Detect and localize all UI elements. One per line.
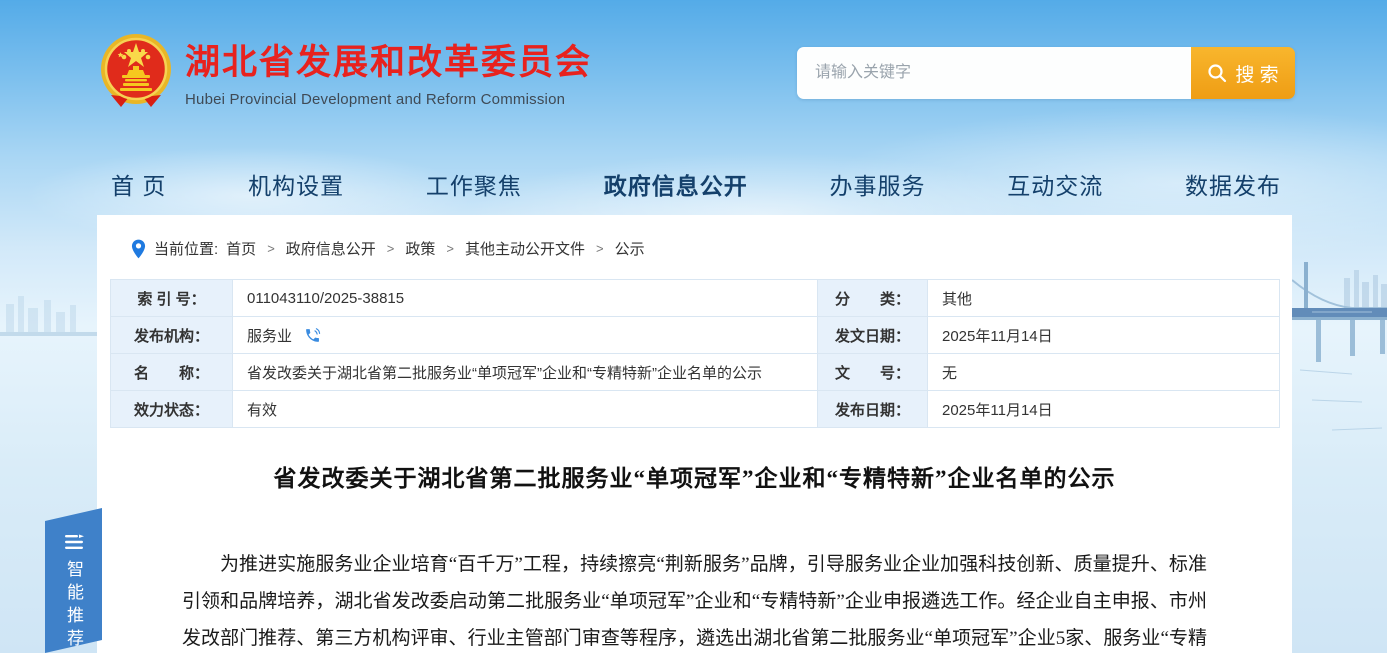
search-input[interactable] [797,47,1191,99]
meta-value-category: 其他 [928,280,1280,317]
table-row: 名 称： 省发改委关于湖北省第二批服务业“单项冠军”企业和“专精特新”企业名单的… [111,354,1280,391]
search-button[interactable]: 搜 索 [1191,47,1295,99]
location-pin-icon [131,239,146,259]
site-title-block: 湖北省发展和改革委员会 Hubei Provincial Development… [185,33,592,108]
table-row: 索 引 号： 011043110/2025-38815 分 类： 其他 [111,280,1280,317]
nav-item-services[interactable]: 办事服务 [829,167,925,201]
phone-icon[interactable] [304,327,321,344]
nav-item-interaction[interactable]: 互动交流 [1007,167,1103,201]
breadcrumb-other-public-files[interactable]: 其他主动公开文件 [465,238,585,259]
left-skyline-decoration [0,258,97,378]
article-title: 省发改委关于湖北省第二批服务业“单项冠军”企业和“专精特新”企业名单的公示 [97,459,1292,493]
content-card: 当前位置: 首页 > 政府信息公开 > 政策 > 其他主动公开文件 > 公示 索… [97,215,1292,653]
article-paragraph: 为推进实施服务业企业培育“百千万”工程，持续擦亮“荆新服务”品牌，引导服务业企业… [182,546,1207,653]
national-emblem-icon [99,33,173,109]
meta-label-title: 名 称： [111,354,233,391]
smart-recommend-label: 智能推荐 [61,560,86,652]
search-icon [1207,63,1227,83]
meta-value-issue-date: 2025年11月14日 [928,317,1280,354]
site-title: 湖北省发展和改革委员会 [185,41,592,85]
site-subtitle: Hubei Provincial Development and Reform … [185,91,592,108]
meta-value-issuing-agency: 服务业 [233,317,818,354]
nav-item-work-focus[interactable]: 工作聚焦 [426,167,522,201]
breadcrumb-separator: > [596,241,604,256]
nav-item-data-release[interactable]: 数据发布 [1185,167,1281,201]
meta-label-issuing-agency: 发布机构： [111,317,233,354]
site-header: 湖北省发展和改革委员会 Hubei Provincial Development… [97,0,1295,145]
issuing-agency-text: 服务业 [247,328,292,345]
meta-label-issue-date: 发文日期： [818,317,928,354]
breadcrumb-announcement[interactable]: 公示 [615,238,645,259]
table-row: 效力状态： 有效 发布日期： 2025年11月14日 [111,391,1280,428]
search-button-label: 搜 索 [1235,60,1278,87]
breadcrumb-separator: > [446,241,454,256]
nav-item-gov-info[interactable]: 政府信息公开 [604,167,748,201]
meta-label-index-number: 索 引 号： [111,280,233,317]
breadcrumb-policy[interactable]: 政策 [405,238,435,259]
meta-label-doc-number: 文 号： [818,354,928,391]
breadcrumb: 当前位置: 首页 > 政府信息公开 > 政策 > 其他主动公开文件 > 公示 [131,238,1292,259]
breadcrumb-label: 当前位置: [154,238,218,259]
meta-label-validity: 效力状态： [111,391,233,428]
meta-value-doc-number: 无 [928,354,1280,391]
smart-recommend-icon [64,534,84,550]
meta-label-category: 分 类： [818,280,928,317]
meta-value-index-number: 011043110/2025-38815 [233,280,818,317]
smart-recommend-tab[interactable]: 智能推荐 [45,508,102,653]
breadcrumb-separator: > [267,241,275,256]
breadcrumb-home[interactable]: 首页 [226,238,256,259]
site-logo[interactable]: 湖北省发展和改革委员会 Hubei Provincial Development… [99,33,592,109]
meta-value-validity: 有效 [233,391,818,428]
meta-label-publish-date: 发布日期： [818,391,928,428]
meta-value-publish-date: 2025年11月14日 [928,391,1280,428]
breadcrumb-separator: > [387,241,395,256]
search-box: 搜 索 [797,47,1295,99]
document-meta-table: 索 引 号： 011043110/2025-38815 分 类： 其他 发布机构… [110,279,1280,428]
bridge-scenery-decoration [1292,250,1387,460]
nav-item-organization[interactable]: 机构设置 [248,167,344,201]
nav-item-home[interactable]: 首 页 [111,167,166,201]
breadcrumb-gov-info[interactable]: 政府信息公开 [286,238,376,259]
main-nav: 首 页 机构设置 工作聚焦 政府信息公开 办事服务 互动交流 数据发布 [97,158,1295,210]
meta-value-title: 省发改委关于湖北省第二批服务业“单项冠军”企业和“专精特新”企业名单的公示 [233,354,818,391]
table-row: 发布机构： 服务业 发文日期： 2025年11月14日 [111,317,1280,354]
